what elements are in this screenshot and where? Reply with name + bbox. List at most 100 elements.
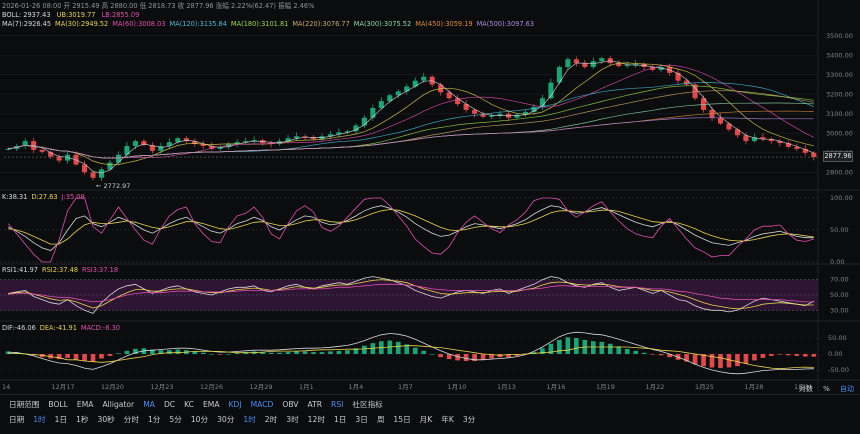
- macd-bar: [209, 354, 215, 355]
- x-tick-label: 12月20: [101, 383, 124, 391]
- macd-bar: [65, 354, 70, 358]
- kdj-tick-label: 100.00: [830, 194, 853, 202]
- x-tick-label: 1月16: [547, 383, 566, 391]
- macd-bar: [794, 354, 800, 356]
- macd-bar: [641, 352, 647, 354]
- auto-scale-toggle[interactable]: 自动: [840, 385, 854, 393]
- candle-body: [370, 107, 376, 118]
- ma-info-line: MA(7):2926.45 MA(30):2949.52 MA(60):3008.0…: [2, 20, 538, 28]
- macd-bar: [412, 347, 418, 354]
- rsi-value-0: RSI1:41.97: [2, 266, 39, 274]
- interval-tab-17[interactable]: 15日: [393, 414, 410, 425]
- indicator-tab-3[interactable]: Alligator: [102, 400, 134, 409]
- candle-body: [90, 172, 96, 178]
- macd-bar: [718, 354, 723, 369]
- indicator-tab-8[interactable]: KDJ: [229, 400, 242, 409]
- kdj-header: K:38.31 D:27.63 J:35.08: [2, 193, 89, 201]
- candle-body: [404, 86, 410, 92]
- macd-tick-label: 50.00: [828, 334, 847, 342]
- candle-body: [489, 115, 495, 117]
- chart-canvas[interactable]: 2800.002900.003000.003100.003200.003300.…: [0, 0, 860, 434]
- indicator-tab-6[interactable]: KC: [184, 400, 194, 409]
- indicator-tab-1[interactable]: BOLL: [48, 400, 68, 409]
- candle-body: [811, 152, 817, 158]
- macd-bar: [226, 354, 232, 355]
- macd-bar: [429, 354, 435, 355]
- rsi-tick-label: 30.00: [830, 306, 849, 314]
- macd-bar: [565, 337, 571, 354]
- macd-bar: [319, 352, 325, 354]
- macd-bar: [802, 354, 808, 357]
- interval-tab-5[interactable]: 分时: [124, 414, 139, 425]
- rsi-header: RSI1:41.97 RSI2:37.48 RSI3:37.18: [2, 266, 122, 274]
- log-scale-toggle[interactable]: 对数: [799, 385, 813, 393]
- interval-tab-14[interactable]: 1日: [334, 414, 346, 425]
- interval-tab-19[interactable]: 年K: [441, 414, 454, 425]
- interval-tab-15[interactable]: 3日: [355, 414, 367, 425]
- candle-body: [582, 63, 588, 67]
- kdj-tick-label: 50.00: [830, 226, 849, 234]
- rsi-value-2: RSI3:37.18: [82, 266, 119, 274]
- macd-value-1: DEA:-41.91: [39, 324, 77, 332]
- kdj-line-D: [8, 209, 814, 245]
- candle-body: [115, 154, 122, 163]
- indicator-tab-10[interactable]: OBV: [282, 400, 298, 409]
- indicator-tab-2[interactable]: EMA: [77, 400, 94, 409]
- indicator-tab-12[interactable]: RSI: [331, 400, 343, 409]
- macd-bar: [650, 354, 655, 355]
- macd-bar: [726, 354, 732, 368]
- x-tick-label: 1月28: [745, 383, 764, 391]
- interval-tab-7[interactable]: 5分: [169, 414, 181, 425]
- indicator-tab-9[interactable]: MACD: [251, 400, 274, 409]
- x-tick-label: 1月25: [695, 383, 714, 391]
- indicator-tab-4[interactable]: MA: [143, 400, 155, 409]
- macd-bar: [752, 354, 757, 361]
- macd-tick-label: 0.00: [828, 350, 842, 358]
- interval-tab-8[interactable]: 10分: [191, 414, 208, 425]
- indicator-tab-11[interactable]: ATR: [308, 400, 323, 409]
- interval-tab-6[interactable]: 1分: [148, 414, 160, 425]
- current-price-tag: 2877.96: [823, 151, 853, 162]
- rsi-tick-label: 70.00: [830, 276, 849, 284]
- x-tick-label: 1月4: [349, 383, 364, 391]
- macd-bar: [116, 353, 121, 354]
- boll-ub: UB:3019.77: [56, 11, 96, 19]
- percent-scale-toggle[interactable]: %: [823, 385, 830, 393]
- interval-tab-4[interactable]: 30秒: [98, 414, 115, 425]
- candle-body: [39, 149, 45, 152]
- interval-tab-1[interactable]: 1时: [33, 414, 45, 425]
- x-tick-label: 1月22: [646, 383, 665, 391]
- interval-tab-18[interactable]: 月K: [420, 414, 433, 425]
- macd-bar: [811, 354, 817, 357]
- macd-bar: [167, 350, 172, 354]
- interval-tab-20[interactable]: 3分: [463, 414, 475, 425]
- macd-bar: [735, 354, 740, 367]
- indicator-tab-5[interactable]: DC: [164, 400, 175, 409]
- x-tick-label: 12月23: [151, 383, 174, 391]
- interval-tab-10[interactable]: 1时: [243, 414, 255, 425]
- candle-body: [624, 65, 630, 67]
- price-tick-label: 3000.00: [826, 129, 853, 137]
- interval-tab-3[interactable]: 1秒: [76, 414, 88, 425]
- macd-value-0: DIF:-46.06: [2, 324, 36, 332]
- x-tick-label: 1月1: [299, 383, 314, 391]
- macd-bar: [769, 354, 774, 356]
- macd-bar: [73, 354, 79, 360]
- interval-toolbar: 日期 1时 1日 1秒 30秒 分时 1分 5分 10分 30分 1时 2时 3时 12时 1日 3日周 15日…: [0, 409, 860, 429]
- interval-tab-0[interactable]: 日期: [9, 414, 24, 425]
- rsi-tick-label: 50.00: [830, 291, 849, 299]
- macd-header: DIF:-46.06 DEA:-41.91 MACD:-8.30: [2, 324, 124, 332]
- macd-bar: [336, 350, 342, 354]
- macd-bar: [658, 354, 664, 356]
- indicator-tab-7[interactable]: EMA: [203, 400, 220, 409]
- interval-tab-16[interactable]: 周: [377, 414, 385, 425]
- interval-tab-9[interactable]: 30分: [217, 414, 234, 425]
- x-tick-label: 12月17: [52, 383, 75, 391]
- price-tick-label: 3200.00: [826, 90, 853, 98]
- interval-tab-12[interactable]: 3时: [286, 414, 298, 425]
- interval-tab-13[interactable]: 12时: [308, 414, 325, 425]
- ma-value-3: MA(120):3135.84: [169, 20, 227, 28]
- interval-tab-11[interactable]: 2时: [265, 414, 277, 425]
- macd-bar: [82, 354, 87, 362]
- interval-tab-2[interactable]: 1日: [55, 414, 67, 425]
